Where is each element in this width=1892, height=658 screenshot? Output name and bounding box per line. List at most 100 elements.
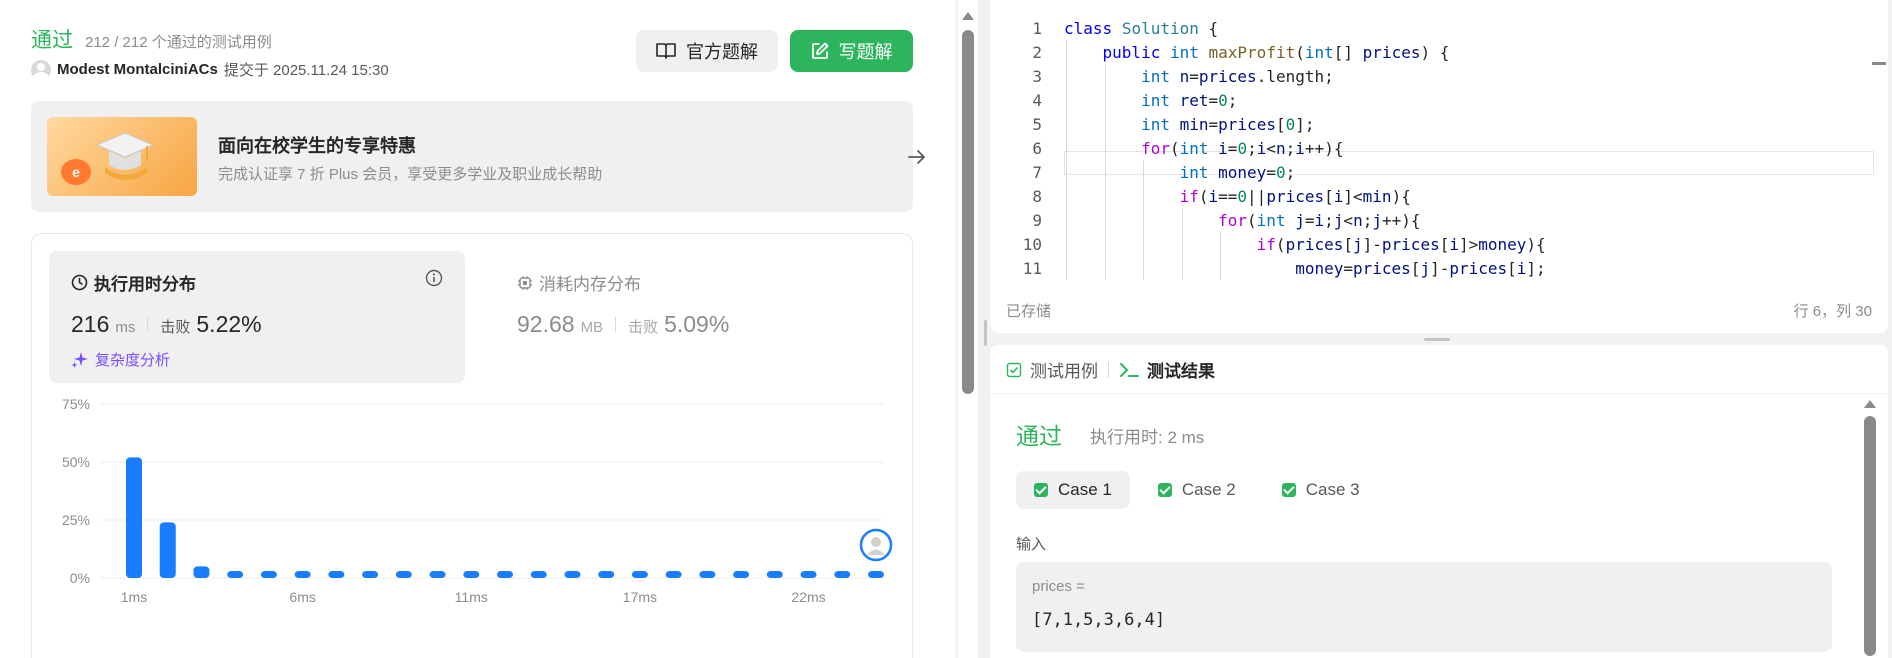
memory-title-text: 消耗内存分布 (539, 275, 641, 294)
code-text[interactable]: class Solution { (1064, 19, 1218, 38)
editor-resize-handle[interactable] (1424, 338, 1450, 341)
bar[interactable] (260, 571, 277, 578)
bar[interactable] (665, 571, 682, 578)
results-scrollbar-thumb[interactable] (1864, 416, 1876, 656)
memory-values: 92.68 MB 击败 5.09% (517, 311, 729, 338)
checkbox-icon (1006, 362, 1022, 377)
code-line[interactable]: 8 if(i==0||prices[i]<min){ (990, 184, 1888, 208)
bar[interactable] (800, 571, 817, 578)
bar[interactable] (126, 457, 142, 578)
code-line[interactable]: 1 class Solution { (990, 16, 1888, 40)
bar[interactable] (328, 571, 345, 578)
complexity-label: 复杂度分析 (95, 352, 171, 369)
editor-scroll-marker (1872, 62, 1886, 65)
code-line[interactable]: 9 for(int j=i;j<n;j++){ (990, 208, 1888, 232)
input-box: prices = [7,1,5,3,6,4] (1016, 562, 1832, 652)
y-tick-label: 25% (62, 512, 90, 528)
bar[interactable] (834, 571, 851, 578)
passed-summary: 212 / 212 个通过的测试用例 (85, 34, 272, 51)
submitted-at: 提交于 2025.11.24 15:30 (223, 62, 389, 79)
tab-testcases[interactable]: 测试用例 (1006, 357, 1098, 382)
runtime-metric[interactable]: 执行用时分布 216 ms 击败 5.22% 复杂度分析 (49, 251, 465, 383)
bar[interactable] (598, 571, 615, 578)
bar[interactable] (631, 571, 648, 578)
code-text[interactable]: public int maxProfit(int[] prices) { (1064, 43, 1450, 62)
divider (615, 317, 617, 332)
code-area[interactable]: 1 class Solution {2 public int maxProfit(… (990, 16, 1888, 280)
author-name[interactable]: Modest MontalciniACs (57, 61, 218, 78)
code-text[interactable]: for(int i=0;i<n;i++){ (1064, 139, 1343, 158)
indent-guide (1181, 208, 1183, 280)
y-tick-label: 50% (62, 454, 90, 470)
line-number: 5 (1032, 114, 1042, 134)
bar[interactable] (362, 571, 379, 578)
bar[interactable] (429, 571, 446, 578)
code-line[interactable]: 11 money=prices[j]-prices[i]; (990, 256, 1888, 280)
tab-results[interactable]: 测试结果 (1119, 357, 1215, 382)
code-text[interactable]: if(prices[j]-prices[i]>money){ (1064, 235, 1546, 254)
input-value[interactable]: [7,1,5,3,6,4] (1032, 610, 1165, 630)
test-results-panel: 测试用例 测试结果 通过 执行用时: 2 ms Case 1 Case 2 Ca… (990, 345, 1888, 658)
left-scrollbar-thumb[interactable] (962, 30, 974, 394)
code-line[interactable]: 6 for(int i=0;i<n;i++){ (990, 136, 1888, 160)
memory-metric[interactable]: 消耗内存分布 92.68 MB 击败 5.09% (495, 251, 895, 383)
case-list: Case 1 Case 2 Case 3 (1016, 471, 1378, 509)
line-number: 4 (1032, 90, 1042, 110)
line-number: 9 (1032, 210, 1042, 230)
case-tab-1[interactable]: Case 1 (1016, 471, 1130, 509)
code-line[interactable]: 3 int n=prices.length; (990, 64, 1888, 88)
bar[interactable] (159, 522, 176, 578)
case-tab-2[interactable]: Case 2 (1140, 471, 1254, 509)
panel-resize-handle[interactable] (984, 320, 987, 346)
x-tick-label: 11ms (455, 589, 488, 605)
case-tab-3[interactable]: Case 3 (1264, 471, 1378, 509)
code-text[interactable]: if(i==0||prices[i]<min){ (1064, 187, 1411, 206)
editorial-button[interactable]: 官方题解 (636, 30, 778, 72)
submission-status: 通过 (31, 29, 73, 52)
scroll-up-icon[interactable] (1864, 400, 1876, 408)
indent-guide (1066, 40, 1067, 280)
code-line[interactable]: 4 int ret=0; (990, 88, 1888, 112)
avatar[interactable] (31, 59, 51, 80)
bar[interactable] (193, 566, 210, 578)
code-editor[interactable]: 1 class Solution {2 public int maxProfit(… (990, 0, 1888, 333)
bar[interactable] (227, 571, 244, 578)
check-icon (1281, 483, 1296, 497)
code-text[interactable]: int money=0; (1064, 163, 1296, 182)
write-solution-button[interactable]: 写题解 (790, 30, 913, 72)
bar[interactable] (699, 571, 716, 578)
runtime-distribution-chart[interactable]: 75% 50% 25% 0% 1ms 6ms 11ms 17ms 22ms (32, 384, 912, 658)
complexity-analysis-link[interactable]: 复杂度分析 (71, 349, 170, 370)
promo-badge: e (61, 159, 91, 185)
bar[interactable] (868, 571, 884, 578)
code-text[interactable]: int min=prices[0]; (1064, 115, 1314, 134)
chip-icon (518, 275, 532, 290)
promo-banner[interactable]: e 面向在校学生的专享特惠 完成认证享 7 折 Plus 会员，享受更多学业及职… (31, 101, 925, 212)
bar[interactable] (530, 571, 547, 578)
scroll-up-icon[interactable] (962, 12, 974, 20)
info-icon[interactable] (425, 269, 443, 287)
bar[interactable] (766, 571, 783, 578)
memory-unit: MB (580, 319, 604, 336)
code-text[interactable]: money=prices[j]-prices[i]; (1064, 259, 1546, 278)
cursor-position[interactable]: 行 6，列 30 (1794, 300, 1872, 321)
editorial-label: 官方题解 (686, 42, 758, 62)
line-number: 3 (1032, 66, 1042, 86)
code-line[interactable]: 7 int money=0; (990, 160, 1888, 184)
code-line[interactable]: 5 int min=prices[0]; (990, 112, 1888, 136)
code-text[interactable]: for(int j=i;j<n;j++){ (1064, 211, 1420, 230)
line-number: 11 (1022, 258, 1042, 278)
bar[interactable] (395, 571, 412, 578)
graduation-cap-icon: e (47, 117, 197, 196)
promo-subtitle: 完成认证享 7 折 Plus 会员，享受更多学业及职业成长帮助 (218, 166, 603, 183)
bar[interactable] (294, 571, 311, 578)
runtime-unit: ms (115, 319, 136, 336)
code-line[interactable]: 2 public int maxProfit(int[] prices) { (990, 40, 1888, 64)
bar[interactable] (463, 571, 480, 578)
bar[interactable] (497, 571, 513, 578)
code-text[interactable]: int ret=0; (1064, 91, 1237, 110)
tab-divider (1108, 361, 1109, 378)
code-line[interactable]: 10 if(prices[j]-prices[i]>money){ (990, 232, 1888, 256)
bar[interactable] (733, 571, 750, 578)
bar[interactable] (564, 571, 581, 578)
